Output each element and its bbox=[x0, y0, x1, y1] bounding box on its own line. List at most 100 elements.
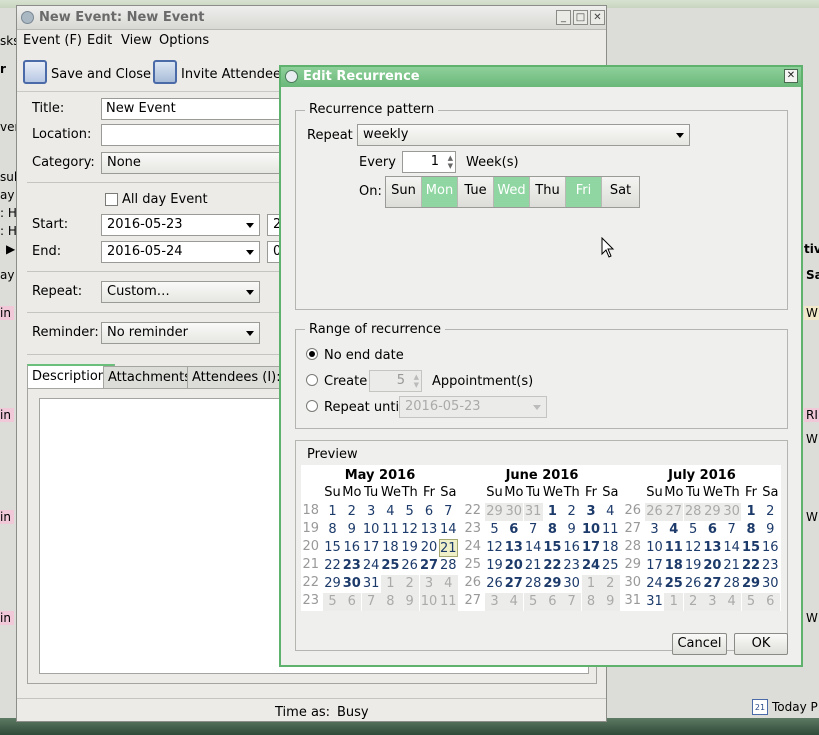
calendar-day[interactable]: 9 bbox=[761, 521, 780, 539]
calendar-day[interactable]: 21 bbox=[524, 557, 543, 575]
weekday-toggle-fri[interactable]: Fri bbox=[566, 177, 602, 207]
title-input[interactable]: New Event bbox=[101, 98, 301, 120]
calendar-day[interactable]: 6 bbox=[342, 593, 362, 611]
calendar-day[interactable]: 8 bbox=[380, 593, 400, 611]
tab-attachments[interactable]: Attachments: bbox=[103, 366, 201, 388]
tab-attendees[interactable]: Attendees (I): bbox=[187, 366, 286, 388]
calendar-day[interactable]: 1 bbox=[543, 503, 562, 521]
calendar-today-icon[interactable]: 21 bbox=[752, 699, 768, 715]
close-icon[interactable]: ✕ bbox=[590, 10, 605, 25]
calendar-day[interactable]: 15 bbox=[543, 539, 562, 557]
calendar-day[interactable]: 7 bbox=[562, 593, 582, 611]
menu-view[interactable]: View bbox=[121, 33, 152, 48]
calendar-day[interactable]: 11 bbox=[381, 521, 400, 539]
calendar-day[interactable]: 18 bbox=[664, 557, 683, 575]
reminder-select[interactable]: No reminder bbox=[101, 322, 260, 344]
calendar-day[interactable]: 27 bbox=[664, 503, 684, 521]
calendar-day[interactable]: 7 bbox=[722, 521, 741, 539]
calendar-day[interactable]: 9 bbox=[342, 521, 361, 539]
calendar-day[interactable]: 2 bbox=[400, 575, 420, 593]
calendar-day[interactable]: 22 bbox=[742, 557, 761, 575]
calendar-day[interactable]: 6 bbox=[504, 521, 523, 539]
calendar-day[interactable]: 29 bbox=[702, 503, 722, 521]
calendar-day[interactable]: 10 bbox=[582, 521, 601, 539]
calendar-day[interactable]: 6 bbox=[760, 593, 780, 611]
category-select[interactable]: None bbox=[101, 152, 301, 174]
calendar-day[interactable]: 7 bbox=[439, 503, 458, 521]
calendar-day[interactable]: 26 bbox=[400, 557, 419, 575]
calendar-day[interactable]: 13 bbox=[504, 539, 523, 557]
calendar-day[interactable]: 22 bbox=[323, 557, 342, 575]
calendar-day[interactable]: 13 bbox=[703, 539, 722, 557]
calendar-day[interactable]: 16 bbox=[342, 539, 361, 557]
calendar-day[interactable]: 14 bbox=[722, 539, 741, 557]
calendar-day[interactable]: 28 bbox=[722, 575, 741, 593]
calendar-day[interactable]: 2 bbox=[761, 503, 780, 521]
calendar-day[interactable]: 12 bbox=[684, 539, 703, 557]
menu-edit[interactable]: Edit bbox=[87, 33, 112, 48]
calendar-day[interactable]: 8 bbox=[581, 593, 601, 611]
calendar-day[interactable]: 8 bbox=[742, 521, 761, 539]
calendar-day[interactable]: 24 bbox=[362, 557, 381, 575]
calendar-day[interactable]: 21 bbox=[438, 539, 458, 557]
save-close-icon[interactable] bbox=[23, 60, 47, 84]
calendar-day[interactable]: 1 bbox=[380, 575, 400, 593]
calendar-day[interactable]: 24 bbox=[582, 557, 601, 575]
location-input[interactable] bbox=[101, 124, 301, 146]
no-end-radio[interactable] bbox=[306, 348, 318, 360]
calendar-day[interactable]: 18 bbox=[381, 539, 400, 557]
minimize-icon[interactable]: _ bbox=[556, 10, 571, 25]
weekday-toggle-tue[interactable]: Tue bbox=[458, 177, 494, 207]
calendar-day[interactable]: 11 bbox=[601, 521, 620, 539]
calendar-day[interactable]: 2 bbox=[562, 503, 581, 521]
calendar-day[interactable]: 15 bbox=[323, 539, 342, 557]
calendar-day[interactable]: 29 bbox=[485, 503, 504, 521]
calendar-day[interactable]: 1 bbox=[664, 593, 684, 611]
create-count-spinner[interactable]: 5 ▲ ▼ bbox=[369, 370, 422, 392]
calendar-day[interactable]: 22 bbox=[543, 557, 562, 575]
calendar-day[interactable]: 15 bbox=[742, 539, 761, 557]
calendar-day[interactable]: 20 bbox=[703, 557, 722, 575]
calendar-day[interactable]: 1 bbox=[323, 503, 342, 521]
save-and-close-button[interactable]: Save and Close bbox=[51, 67, 151, 82]
cancel-button[interactable]: Cancel bbox=[672, 633, 727, 655]
calendar-day[interactable]: 13 bbox=[420, 521, 439, 539]
end-date-picker[interactable]: 2016-05-24 bbox=[101, 241, 260, 263]
calendar-day[interactable]: 20 bbox=[504, 557, 523, 575]
calendar-day[interactable]: 26 bbox=[645, 503, 664, 521]
calendar-day[interactable]: 8 bbox=[323, 521, 342, 539]
calendar-day[interactable]: 31 bbox=[362, 575, 381, 593]
calendar-day[interactable]: 30 bbox=[504, 503, 524, 521]
calendar-day[interactable]: 4 bbox=[438, 575, 458, 593]
dialog-titlebar[interactable]: Edit Recurrence ✕ bbox=[281, 67, 801, 87]
calendar-day[interactable]: 6 bbox=[542, 593, 562, 611]
calendar-day[interactable]: 4 bbox=[381, 503, 400, 521]
weekday-toggle-wed[interactable]: Wed bbox=[494, 177, 530, 207]
repeat-until-date-picker[interactable]: 2016-05-23 bbox=[399, 396, 547, 418]
calendar-day[interactable]: 20 bbox=[420, 539, 439, 557]
calendar-day[interactable]: 5 bbox=[523, 593, 543, 611]
calendar-day[interactable]: 29 bbox=[543, 575, 562, 593]
calendar-day[interactable]: 30 bbox=[562, 575, 581, 593]
calendar-day[interactable]: 6 bbox=[703, 521, 722, 539]
calendar-day[interactable]: 23 bbox=[761, 557, 780, 575]
calendar-day[interactable]: 23 bbox=[342, 557, 361, 575]
spin-down-icon[interactable]: ▼ bbox=[448, 163, 453, 170]
calendar-day[interactable]: 29 bbox=[742, 575, 761, 593]
calendar-day[interactable]: 17 bbox=[362, 539, 381, 557]
calendar-day[interactable]: 4 bbox=[504, 593, 524, 611]
calendar-day[interactable]: 27 bbox=[504, 575, 523, 593]
calendar-day[interactable]: 31 bbox=[645, 593, 664, 611]
no-end-label[interactable]: No end date bbox=[324, 348, 404, 363]
calendar-day[interactable]: 28 bbox=[683, 503, 703, 521]
calendar-day[interactable]: 25 bbox=[601, 557, 620, 575]
weekday-toggle-thu[interactable]: Thu bbox=[530, 177, 566, 207]
calendar-day[interactable]: 25 bbox=[381, 557, 400, 575]
calendar-day[interactable]: 16 bbox=[562, 539, 581, 557]
maximize-icon[interactable]: □ bbox=[573, 10, 588, 25]
calendar-day[interactable]: 2 bbox=[342, 503, 361, 521]
all-day-checkbox[interactable] bbox=[105, 193, 118, 206]
every-spinner[interactable]: 1 ▲ ▼ bbox=[402, 151, 456, 173]
calendar-day[interactable]: 3 bbox=[645, 521, 664, 539]
window-titlebar[interactable]: New Event: New Event _ □ ✕ bbox=[17, 6, 606, 30]
